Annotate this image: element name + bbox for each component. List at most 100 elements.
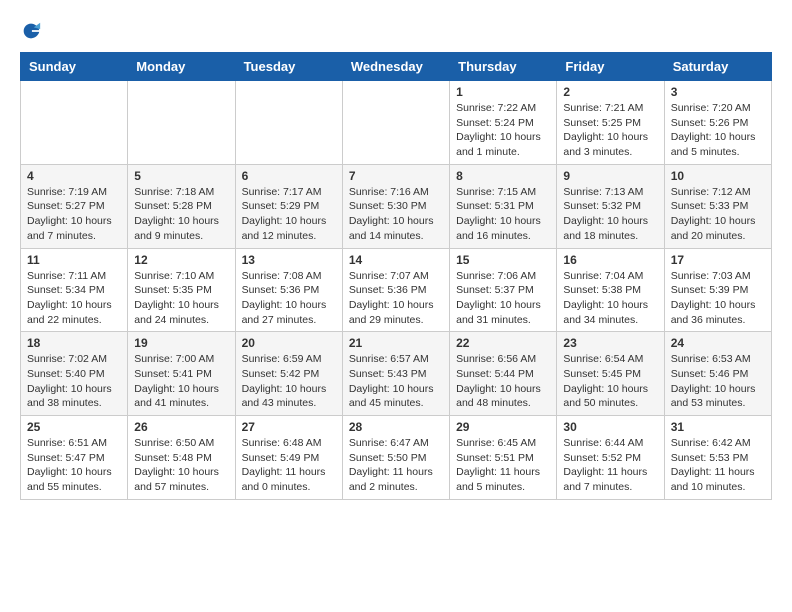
day-info: Sunrise: 7:21 AM Sunset: 5:25 PM Dayligh… [563, 101, 657, 160]
day-number: 21 [349, 336, 443, 350]
calendar-day-header: Tuesday [235, 53, 342, 81]
calendar-cell: 31 Sunrise: 6:42 AM Sunset: 5:53 PM Dayli… [664, 416, 771, 500]
day-info: Sunrise: 7:03 AM Sunset: 5:39 PM Dayligh… [671, 269, 765, 328]
day-info: Sunrise: 6:51 AM Sunset: 5:47 PM Dayligh… [27, 436, 121, 495]
calendar-cell: 14 Sunrise: 7:07 AM Sunset: 5:36 PM Dayli… [342, 248, 449, 332]
calendar-cell: 21 Sunrise: 6:57 AM Sunset: 5:43 PM Dayli… [342, 332, 449, 416]
day-info: Sunrise: 7:13 AM Sunset: 5:32 PM Dayligh… [563, 185, 657, 244]
day-info: Sunrise: 6:50 AM Sunset: 5:48 PM Dayligh… [134, 436, 228, 495]
day-number: 9 [563, 169, 657, 183]
day-info: Sunrise: 7:07 AM Sunset: 5:36 PM Dayligh… [349, 269, 443, 328]
day-number: 19 [134, 336, 228, 350]
calendar-header-row: SundayMondayTuesdayWednesdayThursdayFrid… [21, 53, 772, 81]
calendar-cell: 26 Sunrise: 6:50 AM Sunset: 5:48 PM Dayli… [128, 416, 235, 500]
day-number: 1 [456, 85, 550, 99]
calendar-day-header: Thursday [450, 53, 557, 81]
day-info: Sunrise: 6:42 AM Sunset: 5:53 PM Dayligh… [671, 436, 765, 495]
calendar-cell: 16 Sunrise: 7:04 AM Sunset: 5:38 PM Dayli… [557, 248, 664, 332]
calendar-day-header: Monday [128, 53, 235, 81]
calendar-day-header: Sunday [21, 53, 128, 81]
calendar-cell: 23 Sunrise: 6:54 AM Sunset: 5:45 PM Dayli… [557, 332, 664, 416]
header [20, 20, 772, 42]
day-info: Sunrise: 7:15 AM Sunset: 5:31 PM Dayligh… [456, 185, 550, 244]
day-info: Sunrise: 6:56 AM Sunset: 5:44 PM Dayligh… [456, 352, 550, 411]
calendar-cell: 13 Sunrise: 7:08 AM Sunset: 5:36 PM Dayli… [235, 248, 342, 332]
calendar-cell: 28 Sunrise: 6:47 AM Sunset: 5:50 PM Dayli… [342, 416, 449, 500]
day-number: 25 [27, 420, 121, 434]
day-number: 23 [563, 336, 657, 350]
day-info: Sunrise: 7:18 AM Sunset: 5:28 PM Dayligh… [134, 185, 228, 244]
day-number: 2 [563, 85, 657, 99]
calendar-day-header: Wednesday [342, 53, 449, 81]
day-number: 29 [456, 420, 550, 434]
calendar-cell: 24 Sunrise: 6:53 AM Sunset: 5:46 PM Dayli… [664, 332, 771, 416]
day-number: 16 [563, 253, 657, 267]
day-info: Sunrise: 6:57 AM Sunset: 5:43 PM Dayligh… [349, 352, 443, 411]
calendar-cell: 3 Sunrise: 7:20 AM Sunset: 5:26 PM Daylig… [664, 81, 771, 165]
day-info: Sunrise: 7:04 AM Sunset: 5:38 PM Dayligh… [563, 269, 657, 328]
generalblue-logo-icon [20, 20, 42, 42]
day-number: 3 [671, 85, 765, 99]
calendar-cell [342, 81, 449, 165]
calendar-cell [128, 81, 235, 165]
calendar-cell: 9 Sunrise: 7:13 AM Sunset: 5:32 PM Daylig… [557, 164, 664, 248]
day-number: 5 [134, 169, 228, 183]
day-info: Sunrise: 7:17 AM Sunset: 5:29 PM Dayligh… [242, 185, 336, 244]
day-info: Sunrise: 7:22 AM Sunset: 5:24 PM Dayligh… [456, 101, 550, 160]
calendar-cell: 4Sunrise: 7:19 AM Sunset: 5:27 PM Daylig… [21, 164, 128, 248]
calendar-cell: 19 Sunrise: 7:00 AM Sunset: 5:41 PM Dayli… [128, 332, 235, 416]
day-info: Sunrise: 6:53 AM Sunset: 5:46 PM Dayligh… [671, 352, 765, 411]
calendar-cell: 18 Sunrise: 7:02 AM Sunset: 5:40 PM Dayli… [21, 332, 128, 416]
calendar-cell: 17 Sunrise: 7:03 AM Sunset: 5:39 PM Dayli… [664, 248, 771, 332]
calendar-day-header: Saturday [664, 53, 771, 81]
calendar-cell: 22Sunrise: 6:56 AM Sunset: 5:44 PM Dayli… [450, 332, 557, 416]
day-info: Sunrise: 6:48 AM Sunset: 5:49 PM Dayligh… [242, 436, 336, 495]
calendar-week-row: 1 Sunrise: 7:22 AM Sunset: 5:24 PM Daylig… [21, 81, 772, 165]
day-number: 28 [349, 420, 443, 434]
calendar-cell: 7 Sunrise: 7:16 AM Sunset: 5:30 PM Daylig… [342, 164, 449, 248]
day-info: Sunrise: 6:54 AM Sunset: 5:45 PM Dayligh… [563, 352, 657, 411]
calendar-cell: 2 Sunrise: 7:21 AM Sunset: 5:25 PM Daylig… [557, 81, 664, 165]
day-info: Sunrise: 7:12 AM Sunset: 5:33 PM Dayligh… [671, 185, 765, 244]
calendar-week-row: 4Sunrise: 7:19 AM Sunset: 5:27 PM Daylig… [21, 164, 772, 248]
day-number: 11 [27, 253, 121, 267]
calendar-cell: 8 Sunrise: 7:15 AM Sunset: 5:31 PM Daylig… [450, 164, 557, 248]
calendar-week-row: 25 Sunrise: 6:51 AM Sunset: 5:47 PM Dayli… [21, 416, 772, 500]
calendar-cell: 1 Sunrise: 7:22 AM Sunset: 5:24 PM Daylig… [450, 81, 557, 165]
day-number: 27 [242, 420, 336, 434]
day-info: Sunrise: 7:11 AM Sunset: 5:34 PM Dayligh… [27, 269, 121, 328]
day-info: Sunrise: 7:00 AM Sunset: 5:41 PM Dayligh… [134, 352, 228, 411]
day-number: 30 [563, 420, 657, 434]
calendar-cell: 20Sunrise: 6:59 AM Sunset: 5:42 PM Dayli… [235, 332, 342, 416]
day-number: 13 [242, 253, 336, 267]
day-number: 24 [671, 336, 765, 350]
day-number: 14 [349, 253, 443, 267]
day-number: 26 [134, 420, 228, 434]
day-info: Sunrise: 7:02 AM Sunset: 5:40 PM Dayligh… [27, 352, 121, 411]
calendar-cell [21, 81, 128, 165]
day-number: 8 [456, 169, 550, 183]
calendar-cell: 12 Sunrise: 7:10 AM Sunset: 5:35 PM Dayli… [128, 248, 235, 332]
calendar-cell: 6 Sunrise: 7:17 AM Sunset: 5:29 PM Daylig… [235, 164, 342, 248]
calendar-cell: 5 Sunrise: 7:18 AM Sunset: 5:28 PM Daylig… [128, 164, 235, 248]
day-info: Sunrise: 7:16 AM Sunset: 5:30 PM Dayligh… [349, 185, 443, 244]
day-number: 15 [456, 253, 550, 267]
day-info: Sunrise: 7:08 AM Sunset: 5:36 PM Dayligh… [242, 269, 336, 328]
calendar-cell: 15Sunrise: 7:06 AM Sunset: 5:37 PM Dayli… [450, 248, 557, 332]
day-number: 6 [242, 169, 336, 183]
day-info: Sunrise: 6:47 AM Sunset: 5:50 PM Dayligh… [349, 436, 443, 495]
day-info: Sunrise: 7:20 AM Sunset: 5:26 PM Dayligh… [671, 101, 765, 160]
day-number: 18 [27, 336, 121, 350]
day-number: 17 [671, 253, 765, 267]
day-number: 12 [134, 253, 228, 267]
day-number: 10 [671, 169, 765, 183]
day-number: 31 [671, 420, 765, 434]
calendar-week-row: 11 Sunrise: 7:11 AM Sunset: 5:34 PM Dayli… [21, 248, 772, 332]
day-info: Sunrise: 7:10 AM Sunset: 5:35 PM Dayligh… [134, 269, 228, 328]
day-info: Sunrise: 6:45 AM Sunset: 5:51 PM Dayligh… [456, 436, 550, 495]
calendar-table: SundayMondayTuesdayWednesdayThursdayFrid… [20, 52, 772, 500]
calendar-cell: 10 Sunrise: 7:12 AM Sunset: 5:33 PM Dayli… [664, 164, 771, 248]
calendar-cell: 25 Sunrise: 6:51 AM Sunset: 5:47 PM Dayli… [21, 416, 128, 500]
day-number: 7 [349, 169, 443, 183]
calendar-cell: 11 Sunrise: 7:11 AM Sunset: 5:34 PM Dayli… [21, 248, 128, 332]
